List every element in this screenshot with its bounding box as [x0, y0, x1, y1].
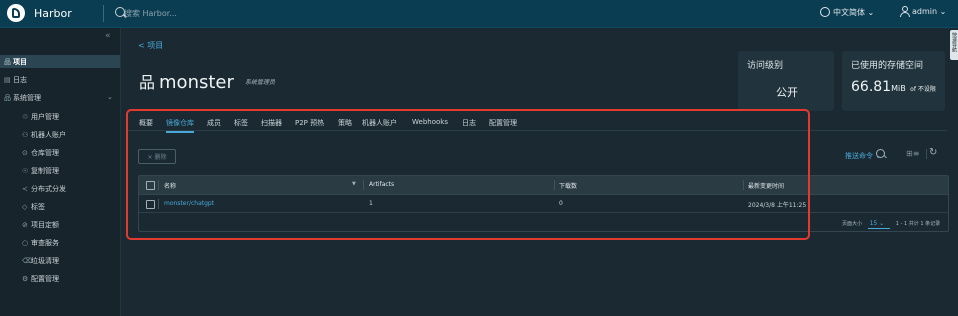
chevron-down-icon[interactable]: ⌄	[107, 93, 113, 101]
share-icon: ≺	[22, 185, 28, 193]
chevron-down-icon: ⌄	[867, 8, 875, 17]
view-toggle-icon[interactable]: ⊞≡	[906, 149, 919, 158]
quick-nav-label: 快速导航	[951, 32, 957, 52]
storage-card: 已使用的存储空间 66.81MiB of 不设限	[842, 51, 945, 111]
access-level-label: 访问级别	[747, 61, 784, 71]
quick-nav-tab[interactable]: 快速导航	[950, 30, 958, 60]
pagination-summary: 1 - 1 共计 1 条记录	[895, 221, 941, 227]
storage-unit: MiB	[891, 84, 906, 93]
sidebar-item-config[interactable]: ⚙ 配置管理	[22, 274, 59, 284]
sidebar-item-label: 配置管理	[31, 275, 59, 283]
storage-amount: 66.81	[851, 79, 892, 95]
audit-icon: ○	[22, 239, 29, 247]
red-highlight-box	[126, 109, 810, 240]
page-size-select[interactable]: 15 ⌄	[867, 220, 891, 229]
language-label: 中文简体	[833, 8, 865, 17]
sidebar-item-robots[interactable]: ⚇ 机器人账户	[22, 130, 66, 140]
harbor-logo-icon[interactable]	[7, 4, 25, 22]
search-input[interactable]	[124, 6, 324, 20]
sidebar-item-projects[interactable]: 品项目	[4, 57, 27, 67]
page-size-label: 页面大小	[842, 221, 863, 227]
sidebar-item-quotas[interactable]: ⊘ 项目定额	[22, 220, 59, 230]
sidebar-item-label: 项目定额	[31, 221, 59, 229]
registry-icon: ⊙	[22, 149, 28, 157]
storage-quota-note: of 不设限	[910, 86, 936, 93]
sidebar-item-label: 机器人账户	[31, 131, 66, 139]
sidebar-item-labels[interactable]: ◇ 标签	[22, 202, 45, 212]
pagination: 页面大小 15 ⌄ 1 - 1 共计 1 条记录	[842, 220, 941, 229]
quota-icon: ⊘	[22, 221, 28, 229]
collapse-sidebar-icon[interactable]: «	[105, 31, 111, 41]
chevron-down-icon: ⌄	[879, 220, 885, 227]
sidebar-item-label: 审查服务	[31, 239, 59, 247]
trash-icon: ⌫	[22, 257, 32, 265]
search-icon[interactable]	[876, 149, 885, 158]
top-header: Harbor 中文简体 ⌄ admin ⌄	[0, 0, 958, 28]
robot-icon: ⚇	[22, 131, 29, 139]
sidebar	[0, 28, 121, 316]
access-level-value: 公开	[776, 86, 798, 99]
language-selector[interactable]: 中文简体 ⌄	[833, 7, 874, 18]
project-role: 系统管理员	[245, 79, 276, 86]
page-title: 品 monster	[139, 69, 234, 93]
user-icon	[900, 6, 910, 17]
user-menu[interactable]: admin ⌄	[912, 7, 946, 16]
toolbar-divider	[926, 149, 927, 159]
logs-icon: ▤	[4, 76, 11, 84]
sidebar-item-label: 标签	[31, 203, 45, 211]
sidebar-item-label: 系统管理	[13, 94, 41, 102]
sidebar-item-label: 日志	[13, 76, 27, 84]
sidebar-item-distribution[interactable]: ≺ 分布式分发	[22, 184, 66, 194]
sidebar-item-gc[interactable]: ⌫垃圾清理	[22, 256, 59, 266]
access-level-card: 访问级别 公开	[738, 51, 834, 111]
users-icon: ♲	[22, 113, 29, 121]
sidebar-item-replication[interactable]: ☉ 复制管理	[22, 166, 59, 176]
sidebar-item-label: 垃圾清理	[31, 257, 59, 265]
sidebar-item-label: 分布式分发	[31, 185, 66, 193]
sidebar-item-registries[interactable]: ⊙ 仓库管理	[22, 148, 59, 158]
sidebar-item-label: 复制管理	[31, 167, 59, 175]
admin-icon: 品	[4, 94, 11, 102]
storage-label: 已使用的存储空间	[851, 61, 924, 71]
replication-icon: ☉	[22, 167, 29, 175]
user-name: admin	[912, 7, 938, 16]
project-icon: 品	[139, 73, 156, 92]
sidebar-item-audit[interactable]: ○ 审查服务	[22, 238, 59, 248]
gear-icon: ⚙	[22, 275, 29, 283]
globe-icon	[820, 7, 830, 17]
projects-icon: 品	[4, 58, 11, 66]
chevron-down-icon: ⌄	[939, 7, 947, 16]
header-divider	[103, 5, 104, 22]
refresh-icon[interactable]: ↻	[929, 147, 937, 158]
sidebar-item-logs[interactable]: ▤ 日志	[4, 75, 27, 85]
sidebar-item-admin[interactable]: 品系统管理	[4, 93, 41, 103]
sidebar-item-users[interactable]: ♲ 用户管理	[22, 112, 59, 122]
page-size-value: 15	[869, 220, 878, 227]
storage-value: 66.81MiB of 不设限	[851, 79, 936, 95]
tag-icon: ◇	[22, 203, 28, 211]
sidebar-item-label: 用户管理	[31, 113, 59, 121]
project-name: monster	[159, 72, 234, 93]
brand-name[interactable]: Harbor	[34, 7, 72, 20]
sidebar-item-label: 仓库管理	[31, 149, 59, 157]
breadcrumb[interactable]: < 项目	[138, 40, 163, 51]
sidebar-item-label: 项目	[13, 58, 27, 66]
